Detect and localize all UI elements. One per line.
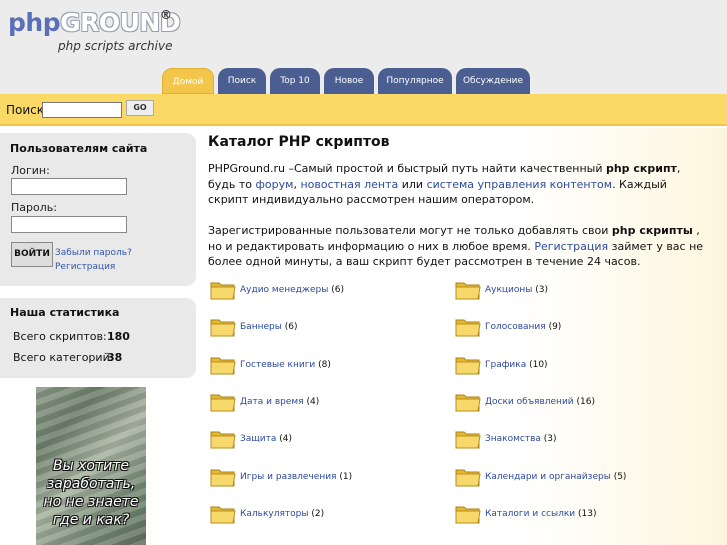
site-logo[interactable]: phpGROUND ® php scripts archive bbox=[8, 8, 181, 53]
category-name[interactable]: Графика bbox=[485, 360, 526, 370]
category-name[interactable]: Каталоги и ссылки bbox=[485, 509, 575, 519]
category-name[interactable]: Аудио менеджеры bbox=[240, 285, 328, 295]
search-input[interactable] bbox=[42, 102, 122, 118]
password-field[interactable] bbox=[11, 216, 127, 233]
stat-categories-label: Всего категорий: bbox=[13, 351, 114, 364]
category-count: (6) bbox=[331, 285, 344, 295]
login-label: Логин: bbox=[11, 164, 50, 177]
folder-icon bbox=[210, 503, 236, 525]
stat-scripts-label: Всего скриптов: bbox=[13, 330, 107, 343]
folder-icon bbox=[455, 428, 481, 450]
category-count: (8) bbox=[318, 359, 331, 370]
category-count: (2) bbox=[311, 508, 325, 519]
logo-subtitle: php scripts archive bbox=[58, 39, 173, 53]
tab-popular[interactable]: Популярное bbox=[378, 68, 452, 94]
login-panel: Пользователям сайта Логин: Пароль: ВОЙТИ… bbox=[0, 133, 196, 286]
stat-categories-value: 38 bbox=[107, 351, 123, 364]
php-scripts-keyword: php скрипты bbox=[611, 224, 693, 237]
news-link[interactable]: новостная лента bbox=[300, 178, 398, 191]
folder-icon bbox=[210, 316, 236, 338]
folder-icon bbox=[455, 466, 481, 488]
stats-panel-title: Наша статистика bbox=[10, 306, 120, 319]
main-content: Каталог PHP скриптов PHPGround.ru –Самый… bbox=[200, 128, 727, 545]
tab-home[interactable]: Домой bbox=[162, 68, 214, 94]
category-name[interactable]: Защита bbox=[240, 434, 276, 444]
category-name[interactable]: Голосования bbox=[485, 322, 546, 332]
page-title: Каталог PHP скриптов bbox=[208, 134, 390, 150]
intro-paragraph: PHPGround.ru –Самый простой и быстрый пу… bbox=[208, 162, 681, 206]
folder-icon bbox=[210, 391, 236, 413]
banner-text: Вы хотите заработать, но не знаете где и… bbox=[43, 458, 139, 528]
ad-banner[interactable]: Вы хотите заработать, но не знаете где и… bbox=[36, 387, 146, 545]
category-name[interactable]: Календари и органайзеры bbox=[485, 472, 611, 482]
tab-new[interactable]: Новое bbox=[324, 68, 374, 94]
search-go-button[interactable]: GO bbox=[126, 100, 154, 116]
folder-icon bbox=[210, 279, 236, 301]
category-count: (3) bbox=[535, 285, 549, 295]
login-field[interactable] bbox=[11, 178, 127, 195]
registration-link[interactable]: Регистрация bbox=[534, 240, 608, 253]
category-count: (16) bbox=[576, 396, 595, 407]
registered-mark: ® bbox=[160, 8, 172, 22]
stats-panel: Наша статистика Всего скриптов: 180 Всег… bbox=[0, 298, 196, 378]
folder-icon bbox=[455, 316, 481, 338]
category-name[interactable]: Аукционы bbox=[485, 285, 532, 295]
search-bar: Поиск GO bbox=[0, 94, 727, 126]
category-count: (5) bbox=[613, 471, 627, 482]
category-name[interactable]: Калькуляторы bbox=[240, 509, 308, 519]
stat-scripts-value: 180 bbox=[107, 330, 130, 343]
login-button[interactable]: ВОЙТИ bbox=[11, 242, 53, 267]
php-script-keyword: php скрипт bbox=[605, 162, 677, 175]
category-name[interactable]: Дата и время bbox=[240, 397, 304, 407]
category-count: (3) bbox=[543, 434, 557, 445]
category-name[interactable]: Гостевые книги bbox=[240, 360, 315, 370]
category-count: (4) bbox=[279, 434, 292, 445]
category-count: (13) bbox=[578, 508, 597, 519]
category-name[interactable]: Игры и развлечения bbox=[240, 472, 336, 482]
registration-paragraph: Зарегистрированные пользователи могут не… bbox=[208, 224, 704, 268]
folder-icon bbox=[455, 503, 481, 525]
category-count: (9) bbox=[548, 322, 562, 333]
password-label: Пароль: bbox=[11, 201, 57, 214]
forum-link[interactable]: форум bbox=[256, 178, 294, 191]
folder-icon bbox=[210, 428, 236, 450]
category-name[interactable]: Знакомства bbox=[485, 434, 541, 444]
tab-search[interactable]: Поиск bbox=[218, 68, 266, 94]
site-header: phpGROUND ® php scripts archive Домой По… bbox=[0, 0, 727, 94]
category-count: (6) bbox=[284, 322, 298, 333]
tab-top10[interactable]: Top 10 bbox=[270, 68, 320, 94]
category-name[interactable]: Баннеры bbox=[240, 322, 282, 332]
folder-icon bbox=[455, 354, 481, 376]
category-count: (4) bbox=[306, 396, 320, 407]
folder-icon bbox=[210, 466, 236, 488]
folder-icon bbox=[210, 354, 236, 376]
sidebar: Пользователям сайта Логин: Пароль: ВОЙТИ… bbox=[0, 128, 200, 545]
logo-wordmark: phpGROUND bbox=[8, 8, 181, 37]
main-nav-tabs: Домой Поиск Top 10 Новое Популярное Обсу… bbox=[162, 68, 530, 94]
folder-icon bbox=[455, 391, 481, 413]
category-name[interactable]: Доски объявлений bbox=[485, 397, 574, 407]
cms-link[interactable]: система управления контентом bbox=[427, 178, 613, 191]
folder-icon bbox=[455, 279, 481, 301]
category-count: (1) bbox=[339, 471, 353, 482]
tab-discussion[interactable]: Обсуждение bbox=[456, 68, 530, 94]
forgot-password-link[interactable]: Забыли пароль? Регистрация bbox=[55, 246, 190, 274]
login-panel-title: Пользователям сайта bbox=[10, 142, 148, 155]
category-count: (10) bbox=[529, 359, 548, 370]
search-label: Поиск bbox=[6, 103, 45, 117]
site-name: PHPGround.ru bbox=[208, 162, 285, 175]
